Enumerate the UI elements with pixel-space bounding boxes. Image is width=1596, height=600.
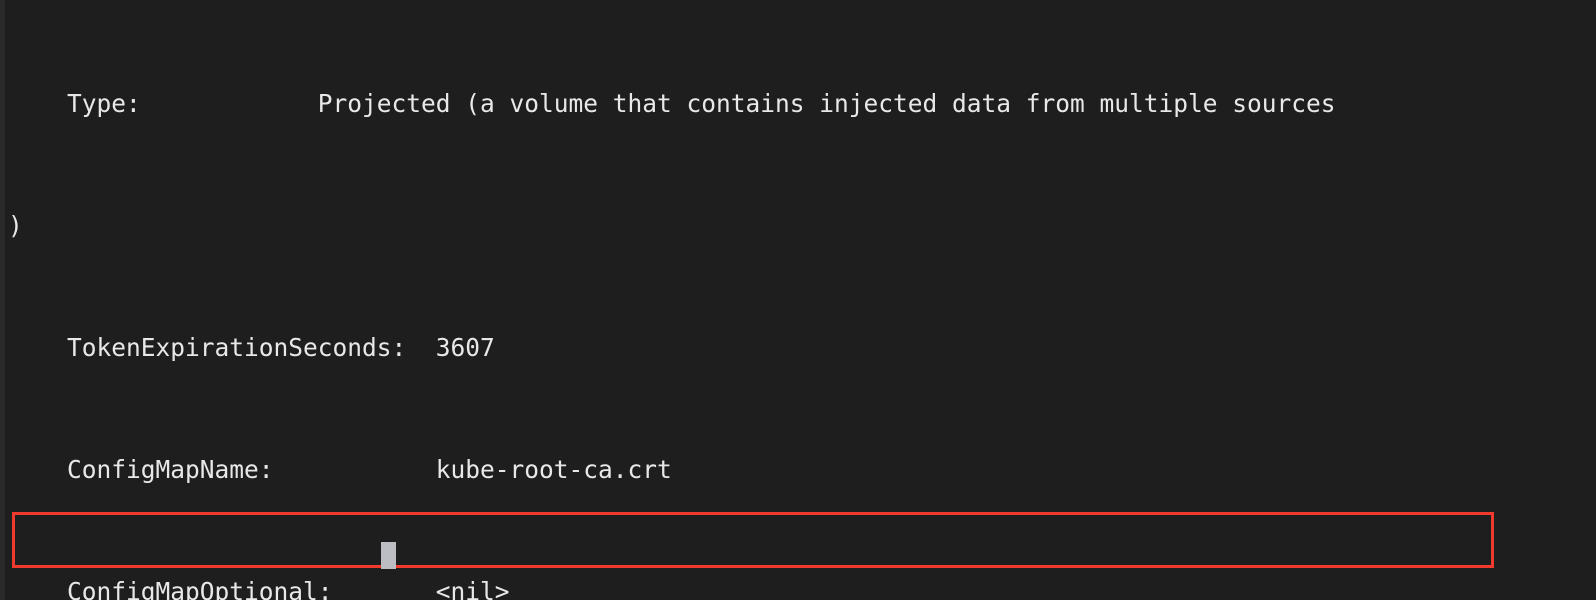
- token-expiration-label: TokenExpirationSeconds:: [8, 332, 407, 362]
- configmap-name-value: kube-root-ca.crt: [435, 454, 672, 484]
- token-expiration-value: 3607: [435, 332, 495, 362]
- configmap-optional-value: <nil>: [435, 576, 510, 600]
- configmap-name-label: ConfigMapName:: [8, 454, 274, 484]
- terminal-window[interactable]: Type: Projected (a volume that contains …: [0, 0, 1596, 600]
- type-label: Type:: [8, 88, 141, 118]
- terminal-cursor: [381, 542, 396, 569]
- terminal-left-edge-strip: [0, 0, 5, 600]
- describe-line-configmap-optional: ConfigMapOptional: <nil>: [8, 577, 1483, 600]
- configmap-optional-label: ConfigMapOptional:: [8, 576, 333, 600]
- type-value-wrap: ): [8, 210, 23, 240]
- describe-line-type-wrap: ): [8, 211, 1483, 242]
- describe-line-configmap-name: ConfigMapName: kube-root-ca.crt: [8, 455, 1483, 486]
- describe-line-type: Type: Projected (a volume that contains …: [8, 89, 1483, 120]
- describe-line-token-expiration: TokenExpirationSeconds: 3607: [8, 333, 1483, 364]
- terminal-screen: Type: Projected (a volume that contains …: [8, 0, 1483, 600]
- type-value: Projected (a volume that contains inject…: [317, 88, 1336, 118]
